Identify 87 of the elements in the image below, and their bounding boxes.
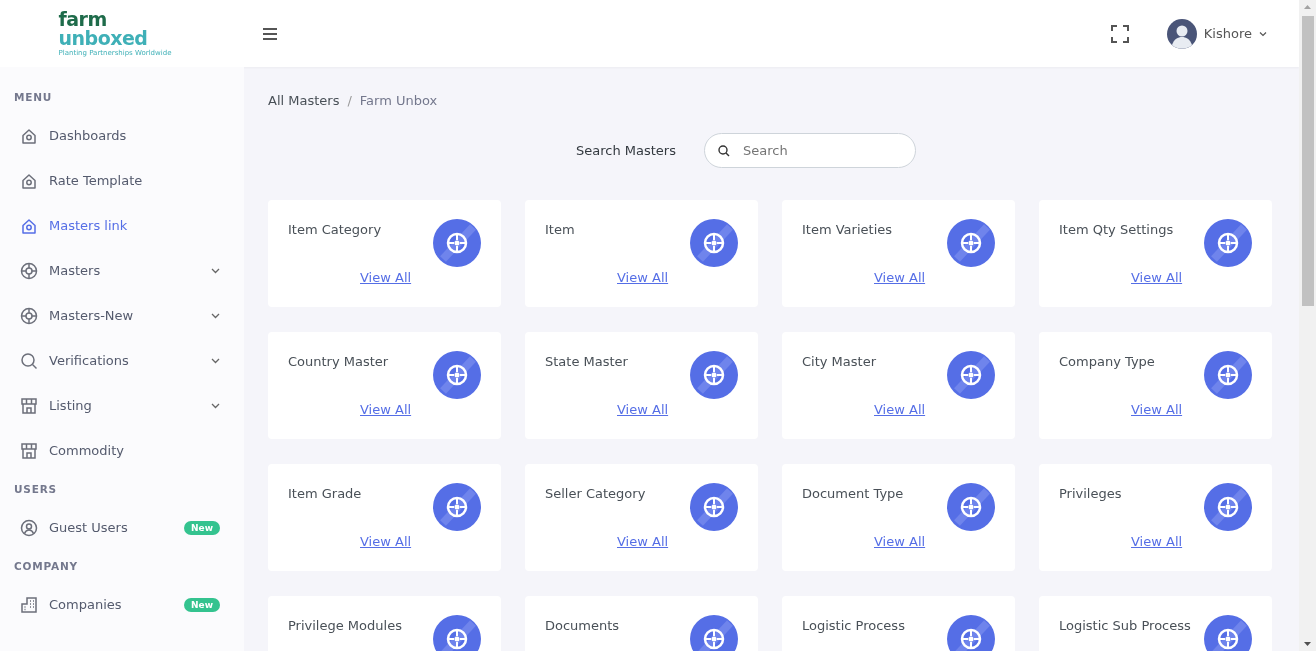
- wheel-icon: [947, 351, 995, 399]
- menu-icon[interactable]: [262, 26, 278, 41]
- card-title: Privilege Modules: [288, 618, 403, 633]
- card-title: Privileges: [1059, 486, 1123, 501]
- card-title: Item Qty Settings: [1059, 222, 1175, 237]
- wheel-icon: [1204, 351, 1252, 399]
- home-icon: [20, 171, 38, 190]
- view-all-link[interactable]: View All: [874, 402, 926, 417]
- sidebar-item-label: Rate Template: [49, 173, 144, 188]
- sidebar-item[interactable]: Guest Users New: [0, 505, 244, 550]
- caret-icon: [1259, 30, 1267, 37]
- sidebar-item-label: Listing: [49, 398, 93, 413]
- card-title: City Master: [802, 354, 877, 369]
- view-all-link[interactable]: View All: [617, 402, 669, 417]
- scrollbar[interactable]: [1299, 0, 1316, 651]
- card-title: Documents: [545, 618, 621, 633]
- breadcrumb-separator: /: [347, 93, 352, 108]
- view-all-link[interactable]: View All: [874, 534, 926, 549]
- card-title: Country Master: [288, 354, 390, 369]
- sidebar-item[interactable]: Rate Template: [0, 158, 244, 203]
- wheel-icon: [20, 306, 38, 325]
- view-all-link[interactable]: View All: [617, 534, 669, 549]
- breadcrumb-item[interactable]: All Masters: [268, 93, 340, 108]
- wheel-icon: [690, 483, 738, 531]
- wheel-icon: [20, 261, 38, 280]
- card-title: Logistic Sub Process: [1059, 618, 1192, 633]
- sidebar-item-label: Masters link: [49, 218, 129, 233]
- sidebar-item-label: Verifications: [49, 353, 130, 368]
- sidebar-item[interactable]: Listing: [0, 383, 244, 428]
- search-field[interactable]: Search: [704, 133, 916, 168]
- user-menu[interactable]: Kishore: [1166, 18, 1267, 49]
- home-icon: [20, 126, 38, 145]
- sidebar-item[interactable]: Dashboards: [0, 113, 244, 158]
- sidebar-item[interactable]: Companies New: [0, 582, 244, 627]
- sidebar-item[interactable]: Verifications: [0, 338, 244, 383]
- card-title: Item Category: [288, 222, 383, 237]
- wheel-icon: [433, 483, 481, 531]
- store-icon: [20, 396, 38, 415]
- home-icon: [20, 216, 38, 235]
- view-all-link[interactable]: View All: [360, 534, 412, 549]
- search-icon: [20, 351, 38, 370]
- card-title: Document Type: [802, 486, 905, 501]
- avatar-icon: [1166, 18, 1197, 49]
- breadcrumb-item: Farm Unbox: [359, 93, 438, 108]
- store-icon: [20, 441, 38, 460]
- user-icon: [20, 518, 38, 537]
- wheel-icon: [947, 219, 995, 267]
- card-title: Company Type: [1059, 354, 1156, 369]
- section-title: COMPANY: [13, 559, 79, 574]
- sidebar-item[interactable]: Commodity: [0, 428, 244, 473]
- card-title: State Master: [545, 354, 629, 369]
- wheel-icon: [690, 351, 738, 399]
- section-title: USERS: [13, 482, 58, 497]
- new-badge: New: [184, 597, 220, 612]
- view-all-link[interactable]: View All: [1131, 534, 1183, 549]
- wheel-icon: [947, 483, 995, 531]
- wheel-icon: [1204, 483, 1252, 531]
- sidebar-item-label: Guest Users: [49, 520, 129, 535]
- card-title: Logistic Process: [802, 618, 906, 633]
- wheel-icon: [433, 219, 481, 267]
- building-icon: [20, 595, 38, 614]
- view-all-link[interactable]: View All: [360, 402, 412, 417]
- sidebar-item-label: Masters: [49, 263, 102, 278]
- section-title: MENU: [13, 90, 54, 105]
- view-all-link[interactable]: View All: [1131, 402, 1183, 417]
- view-all-link[interactable]: View All: [1131, 270, 1183, 285]
- card-title: Item Varieties: [802, 222, 893, 237]
- sidebar-item-label: Companies: [49, 597, 123, 612]
- card-title: Item: [545, 222, 576, 237]
- sidebar-item[interactable]: Masters: [0, 248, 244, 293]
- card-title: Item Grade: [288, 486, 363, 501]
- search-label: Search Masters: [576, 143, 676, 158]
- view-all-link[interactable]: View All: [617, 270, 669, 285]
- wheel-icon: [690, 219, 738, 267]
- sidebar-item-label: Commodity: [49, 443, 125, 458]
- wheel-icon: [433, 351, 481, 399]
- fullscreen-icon[interactable]: [1110, 24, 1129, 43]
- new-badge: New: [184, 520, 220, 535]
- card-title: Seller Category: [545, 486, 647, 501]
- sidebar-item-label: Masters-New: [49, 308, 135, 323]
- wheel-icon: [1204, 219, 1252, 267]
- view-all-link[interactable]: View All: [874, 270, 926, 285]
- sidebar-item-label: Dashboards: [49, 128, 128, 143]
- search-icon: [718, 145, 730, 157]
- sidebar-item[interactable]: Masters-New: [0, 293, 244, 338]
- sidebar-item[interactable]: Masters link: [0, 203, 244, 248]
- view-all-link[interactable]: View All: [360, 270, 412, 285]
